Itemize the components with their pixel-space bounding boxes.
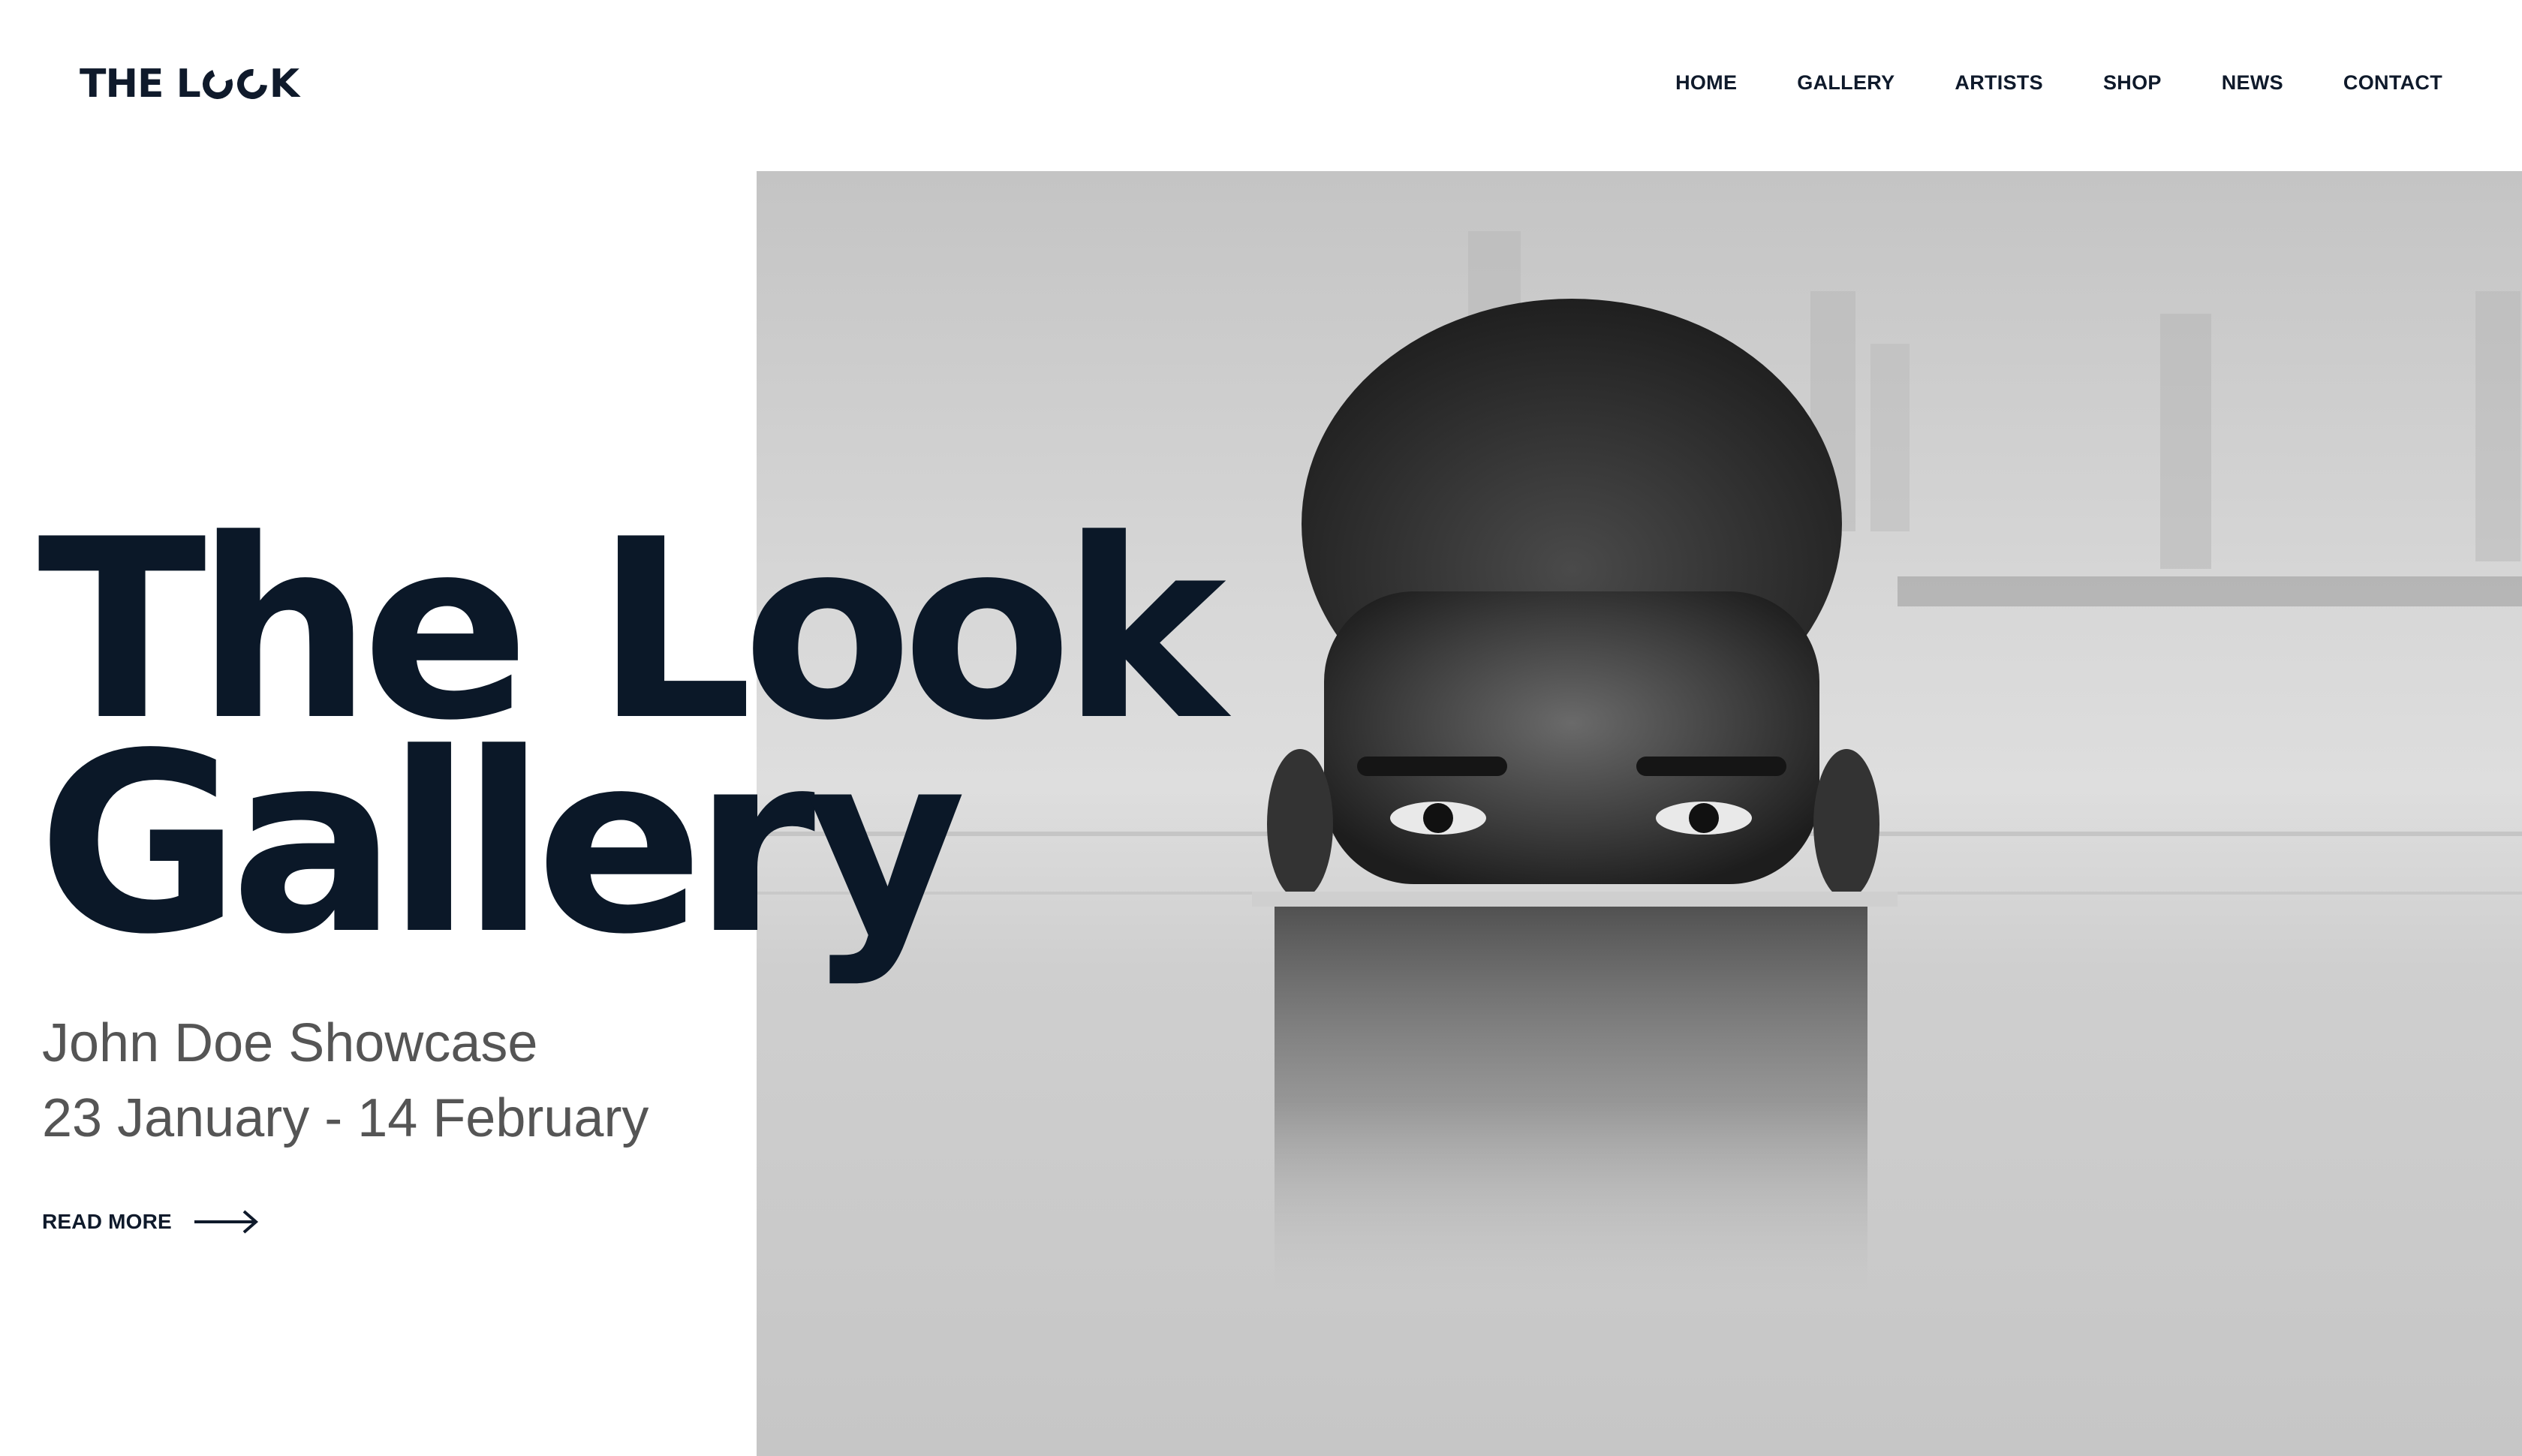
hero-subtitle: John Doe Showcase 23 January - 14 Februa… <box>42 1006 649 1156</box>
logo-text-left: THE L <box>80 62 201 107</box>
nav-item-home[interactable]: HOME <box>1675 66 1737 99</box>
arrow-right-icon <box>194 1207 259 1237</box>
exhibition-name: John Doe Showcase <box>42 1013 538 1073</box>
logo-o-glyph <box>197 64 238 104</box>
main-nav: HOME GALLERY ARTISTS SHOP NEWS CONTACT <box>1615 66 2442 99</box>
logo[interactable]: THE L K <box>80 62 299 107</box>
nav-item-news[interactable]: NEWS <box>2222 66 2283 99</box>
nav-item-gallery[interactable]: GALLERY <box>1797 66 1895 99</box>
read-more-link[interactable]: READ MORE <box>42 1199 259 1244</box>
exhibition-dates: 23 January - 14 February <box>42 1088 649 1148</box>
read-more-label: READ MORE <box>42 1210 172 1233</box>
page: THE L K HOME GALLERY ARTISTS SHOP NEWS C… <box>0 0 2522 1456</box>
hero-title: The Look Gallery <box>38 507 1226 968</box>
nav-item-artists[interactable]: ARTISTS <box>1955 66 2043 99</box>
nav-item-contact[interactable]: CONTACT <box>2343 66 2442 99</box>
site-header: THE L K HOME GALLERY ARTISTS SHOP NEWS C… <box>0 0 2522 171</box>
nav-item-shop[interactable]: SHOP <box>2103 66 2162 99</box>
logo-text-right: K <box>269 62 299 107</box>
logo-o-glyph <box>230 62 273 106</box>
